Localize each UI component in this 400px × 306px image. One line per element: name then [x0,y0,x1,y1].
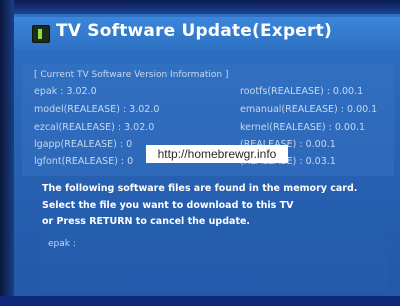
title-bar: TV Software Update(Expert) [14,17,400,51]
version-item: epak : 3.02.0 [34,86,97,97]
tv-bezel-top [0,0,400,14]
version-info-header: [ Current TV Software Version Informatio… [34,70,229,80]
file-item-epak[interactable]: epak : [48,239,76,249]
message-line: or Press RETURN to cancel the update. [42,216,251,227]
version-item: rootfs(REALEASE) : 0.00.1 [240,86,364,97]
tv-bezel-bottom [0,296,400,306]
software-update-icon [32,25,50,43]
version-item: ezcal(REALEASE) : 3.02.0 [34,122,155,133]
watermark: http://homebrewgr.info [146,145,288,163]
version-item: model(REALEASE) : 3.02.0 [34,104,160,115]
message-line: Select the file you want to download to … [42,200,294,211]
version-item: lgfont(REALEASE) : 0 [34,156,134,167]
tv-bezel-left [0,0,14,306]
version-item: lgapp(REALEASE) : 0 [34,139,133,150]
version-item: emanual(REALEASE) : 0.00.1 [240,104,378,115]
file-list [40,235,386,291]
message-line: The following software files are found i… [42,183,358,194]
version-item: kernel(REALEASE) : 0.00.1 [240,122,366,133]
window-title: TV Software Update(Expert) [56,21,332,41]
